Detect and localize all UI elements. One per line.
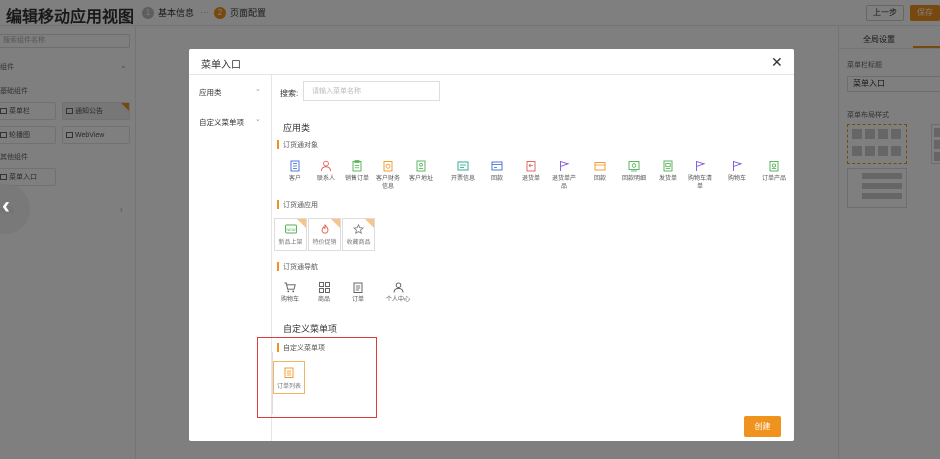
object-item-9[interactable]: 退货单产品 [552,160,576,191]
detail-icon [628,161,640,172]
object-item-3[interactable]: 销售订单 [345,160,369,183]
object-item-label: 订单产品 [762,176,787,182]
clipboard-icon [352,160,362,172]
chevron-down-icon[interactable]: ⌄ [255,115,261,123]
object-item-5[interactable]: 客户地址 [409,160,433,183]
wallet-icon [594,162,606,171]
section-title-custom: 自定义菜单项 [283,324,338,334]
object-item-label: 购物车清单 [688,176,713,190]
object-item-12[interactable]: 发货单 [656,160,680,183]
nav-item-orders[interactable]: 订单 [346,282,370,304]
menu-search-input[interactable] [303,81,440,101]
app-tile-favorites[interactable]: 收藏商品 [342,218,375,251]
flame-icon [321,224,328,234]
nav-item-label: 个人中心 [386,297,411,303]
grid-icon [318,282,330,293]
close-icon[interactable]: ✕ [771,54,783,71]
object-item-13[interactable]: 购物车清单 [688,160,712,191]
object-item-2[interactable]: 联系人 [314,160,338,183]
nav-item-cart[interactable]: 购物车 [278,282,302,304]
object-item-label: 退货单产品 [552,176,577,190]
nav-item-label: 购物车 [280,297,299,303]
object-item-14[interactable]: 购物车 [725,160,749,183]
sidebar-item-apps[interactable]: 应用类 [199,87,222,98]
flag-icon [696,161,706,171]
invoice-icon [457,161,469,171]
object-item-label: 开票信息 [451,176,476,182]
person-icon [321,160,331,172]
nav-item-products[interactable]: 商品 [312,282,336,304]
app-tile-new-products[interactable]: NEW 新品上架 [274,218,307,251]
sidebar-item-custom[interactable]: 自定义菜单项 [199,117,244,128]
tile-label: 收藏商品 [346,240,371,246]
object-item-8[interactable]: 退货单 [519,160,543,183]
chevron-left-icon[interactable]: ‹ [2,192,10,220]
object-item-6[interactable]: 开票信息 [451,160,475,183]
nav-item-label: 订单 [351,297,364,303]
object-item-label: 客户财务信息 [376,176,401,190]
tile-corner-badge [331,219,340,228]
user-icon [393,282,403,293]
dialog-title: 菜单入口 [201,60,241,71]
object-item-label: 销售订单 [345,176,370,182]
group-title-nav: 订货通导航 [277,262,318,272]
return-icon [526,161,536,172]
object-item-label: 退货单 [521,176,540,182]
flag-icon [733,161,743,171]
tile-corner-badge [365,219,374,228]
address-book-icon [416,160,426,172]
search-label: 搜索: [280,89,299,98]
tile-label: 特价促销 [312,240,337,246]
object-item-4[interactable]: 客户财务信息 [376,160,400,191]
order-icon [353,282,363,293]
object-item-10[interactable]: 回款 [588,160,612,183]
object-item-1[interactable]: 客户 [283,160,307,183]
object-item-label: 发货单 [658,176,677,182]
finance-icon [383,161,393,172]
dialog-header: 菜单入口 ✕ [189,49,794,75]
svg-text:NEW: NEW [286,227,296,232]
payment-icon [491,161,503,171]
object-item-label: 联系人 [316,176,335,182]
object-item-7[interactable]: 回款 [485,160,509,183]
nav-item-label: 商品 [317,297,330,303]
product-icon [769,161,779,172]
tile-corner-badge [297,219,306,228]
nav-item-profile[interactable]: 个人中心 [386,282,410,304]
building-icon [290,160,300,172]
object-item-15[interactable]: 订单产品 [762,160,786,183]
app-tile-promotions[interactable]: 特价促销 [308,218,341,251]
object-item-label: 客户地址 [409,176,434,182]
object-item-label: 回款 [593,176,606,182]
chevron-down-icon[interactable]: ⌄ [255,85,261,93]
object-item-label: 客户 [288,176,301,182]
object-item-label: 回款明细 [622,176,647,182]
object-item-label: 购物车 [727,176,746,182]
group-title-objects: 订货通对象 [277,140,318,150]
tile-label: 新品上架 [278,240,303,246]
create-button[interactable]: 创建 [744,416,781,437]
shipping-icon [663,160,673,172]
new-badge-icon: NEW [284,224,297,234]
object-item-11[interactable]: 回款明细 [622,160,646,183]
object-item-label: 回款 [490,176,503,182]
section-title-apps: 应用类 [283,123,311,133]
cart-icon [284,282,296,293]
flag-icon [560,161,570,171]
highlight-box [257,337,377,418]
group-title-apps: 订货通应用 [277,200,318,210]
star-icon [353,224,364,234]
